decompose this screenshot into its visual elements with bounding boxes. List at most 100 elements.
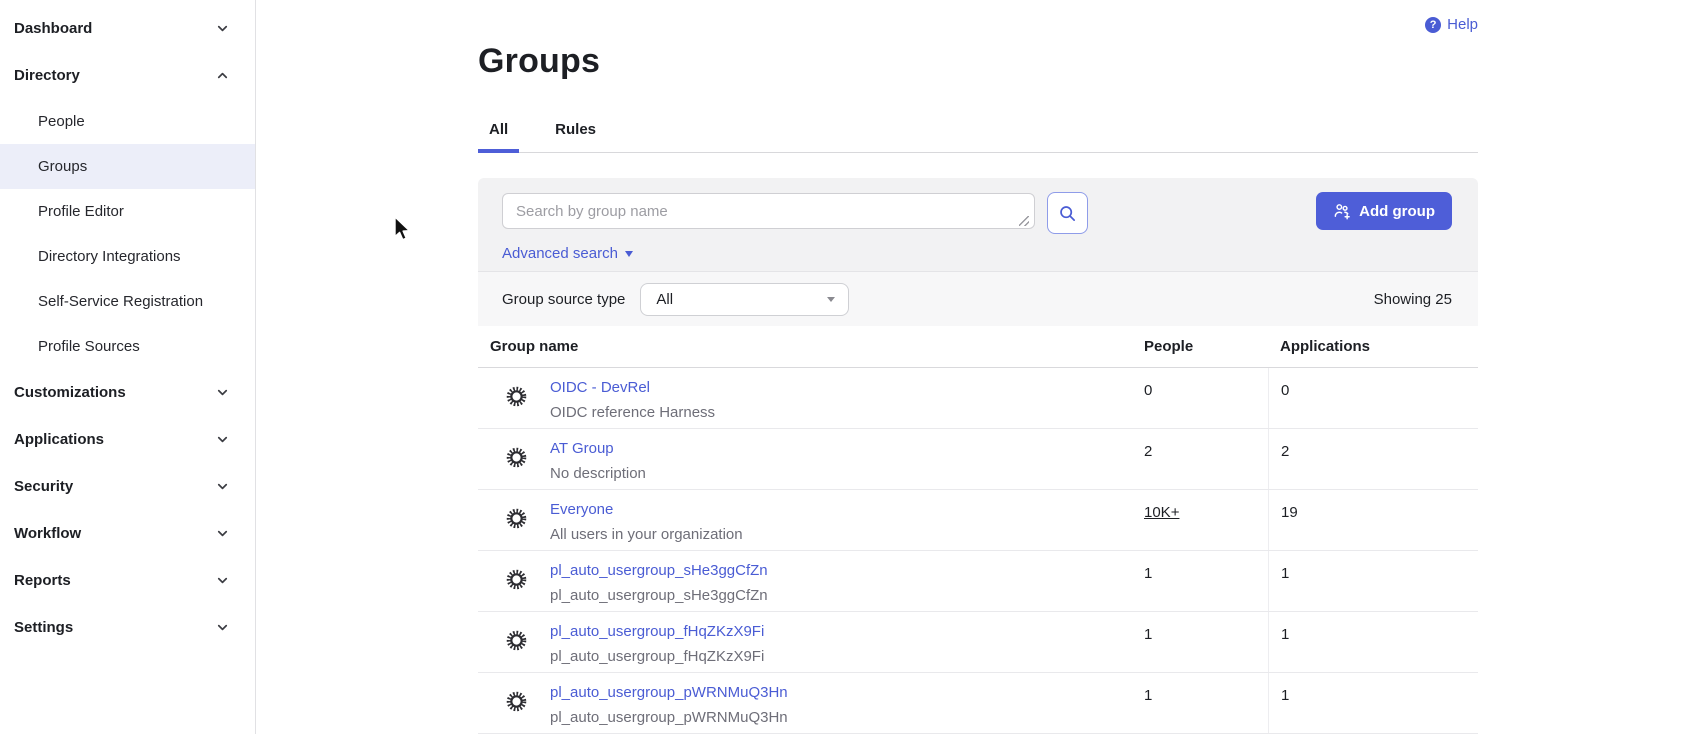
group-description: All users in your organization <box>550 526 1132 543</box>
chevron-up-icon <box>215 68 230 83</box>
group-gear-icon <box>505 690 528 713</box>
applications-count: 2 <box>1281 443 1289 460</box>
search-button[interactable] <box>1047 192 1088 234</box>
tab-all[interactable]: All <box>478 109 519 152</box>
sidebar-item-label: Customizations <box>14 384 126 401</box>
table-header: Group name People Applications <box>478 326 1478 368</box>
group-source-type-select[interactable]: All <box>640 283 849 316</box>
sidebar-item-dashboard[interactable]: Dashboard <box>0 5 255 52</box>
search-input[interactable] <box>502 193 1035 229</box>
applications-count: 0 <box>1281 382 1289 399</box>
group-source-type-value: All <box>656 291 673 308</box>
sidebar-item-label: Workflow <box>14 525 81 542</box>
group-description: pl_auto_usergroup_fHqZKzX9Fi <box>550 648 1132 665</box>
add-user-icon <box>1333 202 1351 220</box>
sidebar-item-label: Directory <box>14 67 80 84</box>
help-link[interactable]: ? Help <box>1425 16 1478 33</box>
chevron-down-icon <box>215 21 230 36</box>
main-area: Groups ? Help All Rules <box>256 0 1687 734</box>
group-name-link[interactable]: OIDC - DevRel <box>550 379 650 396</box>
table-body: OIDC - DevRel OIDC reference Harness 0 0 <box>478 368 1478 734</box>
sidebar-item-directory[interactable]: Directory <box>0 52 255 99</box>
sidebar-item-label: Dashboard <box>14 20 92 37</box>
group-name-link[interactable]: pl_auto_usergroup_sHe3ggCfZn <box>550 562 768 579</box>
applications-count: 1 <box>1281 626 1289 643</box>
groups-card: Add group Advanced search Group source t… <box>478 178 1478 734</box>
applications-count: 1 <box>1281 565 1289 582</box>
sidebar-item-settings[interactable]: Settings <box>0 604 255 651</box>
people-count: 1 <box>1144 565 1152 582</box>
search-icon <box>1058 204 1077 223</box>
app-root: Dashboard Directory People Groups Profil… <box>0 0 1687 734</box>
group-description: pl_auto_usergroup_sHe3ggCfZn <box>550 587 1132 604</box>
advanced-search-link[interactable]: Advanced search <box>502 245 633 262</box>
group-name-link[interactable]: AT Group <box>550 440 614 457</box>
sidebar-item-self-service-registration[interactable]: Self-Service Registration <box>0 279 255 324</box>
applications-count: 1 <box>1281 687 1289 704</box>
group-gear-icon <box>505 385 528 408</box>
chevron-down-icon <box>215 385 230 400</box>
sidebar-item-label: Applications <box>14 431 104 448</box>
add-group-label: Add group <box>1359 203 1435 220</box>
people-count: 1 <box>1144 626 1152 643</box>
chevron-down-icon <box>215 479 230 494</box>
sidebar-item-label: Reports <box>14 572 71 589</box>
group-source-type-label: Group source type <box>502 291 625 308</box>
add-group-button[interactable]: Add group <box>1316 192 1452 230</box>
group-description: OIDC reference Harness <box>550 404 1132 421</box>
table-row: AT Group No description 2 2 <box>478 429 1478 490</box>
sidebar-item-workflow[interactable]: Workflow <box>0 510 255 557</box>
sidebar-item-label: Settings <box>14 619 73 636</box>
page-title: Groups <box>478 42 600 81</box>
table-row: pl_auto_usergroup_sHe3ggCfZn pl_auto_use… <box>478 551 1478 612</box>
chevron-down-icon <box>215 573 230 588</box>
caret-down-icon <box>625 251 633 257</box>
chevron-down-icon <box>215 620 230 635</box>
table-row: OIDC - DevRel OIDC reference Harness 0 0 <box>478 368 1478 429</box>
group-gear-icon <box>505 446 528 469</box>
sidebar-item-customizations[interactable]: Customizations <box>0 369 255 416</box>
sidebar-item-security[interactable]: Security <box>0 463 255 510</box>
caret-down-icon <box>827 297 835 302</box>
group-name-link[interactable]: Everyone <box>550 501 613 518</box>
tab-rules[interactable]: Rules <box>544 109 607 152</box>
filter-section: Group source type All Showing 25 <box>478 271 1478 326</box>
sidebar-item-directory-integrations[interactable]: Directory Integrations <box>0 234 255 279</box>
people-count-link[interactable]: 10K+ <box>1144 504 1179 521</box>
sidebar-item-applications[interactable]: Applications <box>0 416 255 463</box>
sidebar-item-label: Security <box>14 478 73 495</box>
group-gear-icon <box>505 629 528 652</box>
page-header: Groups ? Help <box>478 0 1478 81</box>
sidebar-item-profile-sources[interactable]: Profile Sources <box>0 324 255 369</box>
people-count: 2 <box>1144 443 1152 460</box>
column-header-people: People <box>1132 338 1268 355</box>
table-row: pl_auto_usergroup_fHqZKzX9Fi pl_auto_use… <box>478 612 1478 673</box>
group-gear-icon <box>505 568 528 591</box>
column-header-applications: Applications <box>1268 338 1478 355</box>
sidebar-item-groups[interactable]: Groups <box>0 144 255 189</box>
help-icon: ? <box>1425 17 1441 33</box>
sidebar-item-people[interactable]: People <box>0 99 255 144</box>
chevron-down-icon <box>215 432 230 447</box>
column-header-group-name: Group name <box>478 338 1132 355</box>
advanced-search-label: Advanced search <box>502 245 618 262</box>
search-section: Add group Advanced search <box>478 178 1478 271</box>
sidebar: Dashboard Directory People Groups Profil… <box>0 0 256 734</box>
help-label: Help <box>1447 16 1478 33</box>
sidebar-item-reports[interactable]: Reports <box>0 557 255 604</box>
group-description: No description <box>550 465 1132 482</box>
tabs: All Rules <box>478 109 1478 153</box>
group-name-link[interactable]: pl_auto_usergroup_pWRNMuQ3Hn <box>550 684 788 701</box>
people-count: 0 <box>1144 382 1152 399</box>
showing-count: Showing 25 <box>1374 291 1452 308</box>
people-count: 1 <box>1144 687 1152 704</box>
chevron-down-icon <box>215 526 230 541</box>
group-name-link[interactable]: pl_auto_usergroup_fHqZKzX9Fi <box>550 623 764 640</box>
group-description: pl_auto_usergroup_pWRNMuQ3Hn <box>550 709 1132 726</box>
table-row: pl_auto_usergroup_pWRNMuQ3Hn pl_auto_use… <box>478 673 1478 734</box>
table-row: Everyone All users in your organization … <box>478 490 1478 551</box>
sidebar-nav: Dashboard Directory People Groups Profil… <box>0 5 255 651</box>
applications-count: 19 <box>1281 504 1298 521</box>
sidebar-item-profile-editor[interactable]: Profile Editor <box>0 189 255 234</box>
group-gear-icon <box>505 507 528 530</box>
